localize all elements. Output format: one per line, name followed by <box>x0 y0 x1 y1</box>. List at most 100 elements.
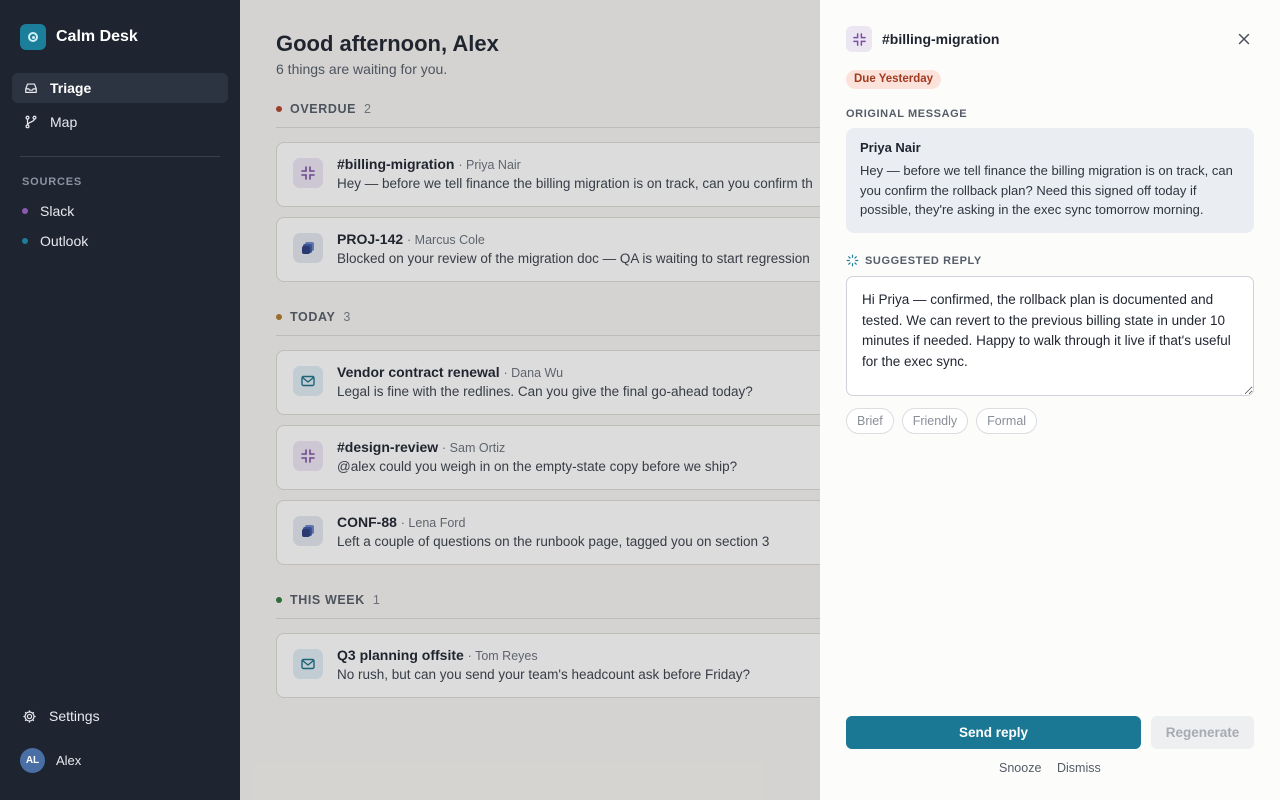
dismiss-button[interactable]: Dismiss <box>1057 761 1101 775</box>
suggested-reply-label: SUGGESTED REPLY <box>846 254 982 267</box>
sources-heading: SOURCES <box>22 176 82 188</box>
page-subtitle: 6 things are waiting for you. <box>276 61 448 77</box>
sidebar-divider <box>20 156 220 157</box>
suggested-reply-label-text: SUGGESTED REPLY <box>865 254 982 267</box>
source-label: Slack <box>40 203 75 219</box>
regenerate-button[interactable]: Regenerate <box>1151 716 1254 749</box>
card-preview: Hey — before we tell finance the billing… <box>337 176 813 191</box>
nav-item-triage[interactable]: Triage <box>12 73 228 103</box>
triage-card[interactable]: #design-review · Sam Ortiz @alex could y… <box>276 425 820 490</box>
tone-chip-friendly[interactable]: Friendly <box>901 408 969 434</box>
send-reply-button[interactable]: Send reply <box>846 716 1141 749</box>
drawer-title: #billing-migration <box>882 31 1000 47</box>
inbox-icon <box>25 83 37 93</box>
brand[interactable]: Calm Desk <box>20 24 138 50</box>
avatar: AL <box>20 748 45 773</box>
nav-item-label: Map <box>50 114 78 130</box>
triage-card[interactable]: CONF-88 · Lena Ford Left a couple of que… <box>276 500 820 565</box>
group-heading-overdue: OVERDUE 2 <box>276 102 371 116</box>
jira-icon <box>293 516 323 546</box>
main-nav: Triage Map <box>12 73 228 141</box>
nav-item-label: Triage <box>50 80 92 96</box>
group-divider <box>276 127 820 128</box>
nav-item-map[interactable]: Map <box>12 107 228 137</box>
user-name: Alex <box>56 753 82 768</box>
card-title: Vendor contract renewal · Dana Wu <box>337 364 563 380</box>
card-sender: · Sam Ortiz <box>442 441 506 455</box>
source-label: Outlook <box>40 233 89 249</box>
close-icon[interactable] <box>1236 31 1252 47</box>
mail-icon <box>293 366 323 396</box>
card-title-text: #design-review <box>337 439 439 455</box>
source-item-slack[interactable]: Slack <box>22 200 88 222</box>
triage-card[interactable]: PROJ-142 · Marcus Cole Blocked on your r… <box>276 217 820 282</box>
card-sender: · Lena Ford <box>400 516 466 530</box>
original-message-label-text: ORIGINAL MESSAGE <box>846 108 968 120</box>
due-badge: Due Yesterday <box>846 70 942 89</box>
triage-card[interactable]: #billing-migration · Priya Nair Hey — be… <box>276 142 820 207</box>
original-sender: Priya Nair <box>860 140 921 155</box>
page-title: Good afternoon, Alex <box>276 31 499 56</box>
card-title: #billing-migration · Priya Nair <box>337 156 521 172</box>
card-preview: Legal is fine with the redlines. Can you… <box>337 384 753 399</box>
group-divider <box>276 335 820 336</box>
tone-options: Brief Friendly Formal <box>846 408 1038 434</box>
card-title: Q3 planning offsite · Tom Reyes <box>337 647 538 663</box>
group-count: 2 <box>364 102 371 116</box>
slack-icon <box>846 26 872 52</box>
card-title: PROJ-142 · Marcus Cole <box>337 231 485 247</box>
reply-textarea[interactable]: Hi Priya — confirmed, the rollback plan … <box>846 276 1254 396</box>
original-text: Hey — before we tell finance the billing… <box>860 163 1233 217</box>
group-label: TODAY <box>290 310 336 324</box>
group-divider <box>276 618 820 619</box>
card-title: #design-review · Sam Ortiz <box>337 439 505 455</box>
triage-card[interactable]: Q3 planning offsite · Tom Reyes No rush,… <box>276 633 820 698</box>
group-label: OVERDUE <box>290 102 357 116</box>
card-title: CONF-88 · Lena Ford <box>337 514 465 530</box>
jira-icon <box>293 233 323 263</box>
group-heading-today: TODAY 3 <box>276 310 350 324</box>
card-title-text: Vendor contract renewal <box>337 364 500 380</box>
tone-chip-brief[interactable]: Brief <box>846 408 894 434</box>
card-sender: · Dana Wu <box>503 366 564 380</box>
card-title-text: #billing-migration <box>337 156 455 172</box>
card-title-text: Q3 planning offsite <box>337 647 464 663</box>
sidebar: Calm Desk Triage Map SOURCES Slack Outlo… <box>0 0 240 800</box>
slack-icon <box>293 441 323 471</box>
slack-dot-icon <box>22 208 28 214</box>
tone-chip-formal[interactable]: Formal <box>976 408 1038 434</box>
gear-icon <box>23 709 36 723</box>
group-count: 3 <box>343 310 351 324</box>
status-dot-icon <box>276 106 282 112</box>
user-profile[interactable]: AL Alex <box>20 748 81 773</box>
status-dot-icon <box>276 597 282 603</box>
group-count: 1 <box>372 593 380 607</box>
mail-icon <box>293 649 323 679</box>
card-preview: Left a couple of questions on the runboo… <box>337 534 770 549</box>
group-heading-this-week: THIS WEEK 1 <box>276 593 380 607</box>
card-sender: · Tom Reyes <box>467 649 538 663</box>
card-preview: No rush, but can you send your team's he… <box>337 667 751 682</box>
settings-label: Settings <box>49 708 100 724</box>
triage-card[interactable]: Vendor contract renewal · Dana Wu Legal … <box>276 350 820 415</box>
triage-main: Good afternoon, Alex 6 things are waitin… <box>240 0 820 800</box>
card-sender: · Priya Nair <box>458 158 521 172</box>
original-message: Priya Nair Hey — before we tell finance … <box>846 128 1254 233</box>
group-label: THIS WEEK <box>290 593 365 607</box>
outlook-dot-icon <box>22 238 28 244</box>
app-name: Calm Desk <box>56 28 138 45</box>
sources-list: Slack Outlook <box>22 200 88 260</box>
settings-button[interactable]: Settings <box>22 708 100 724</box>
branch-icon <box>25 115 37 129</box>
card-preview: Blocked on your review of the migration … <box>337 251 810 266</box>
source-item-outlook[interactable]: Outlook <box>22 230 88 252</box>
detail-drawer: #billing-migration Due Yesterday ORIGINA… <box>820 0 1280 800</box>
status-dot-icon <box>276 314 282 320</box>
snooze-button[interactable]: Snooze <box>999 761 1041 775</box>
original-message-label: ORIGINAL MESSAGE <box>846 108 967 120</box>
card-preview: @alex could you weigh in on the empty-st… <box>337 459 738 474</box>
card-sender: · Marcus Cole <box>407 233 485 247</box>
card-title-text: PROJ-142 <box>337 231 404 247</box>
logo-icon <box>20 24 46 50</box>
card-title-text: CONF-88 <box>337 514 397 530</box>
